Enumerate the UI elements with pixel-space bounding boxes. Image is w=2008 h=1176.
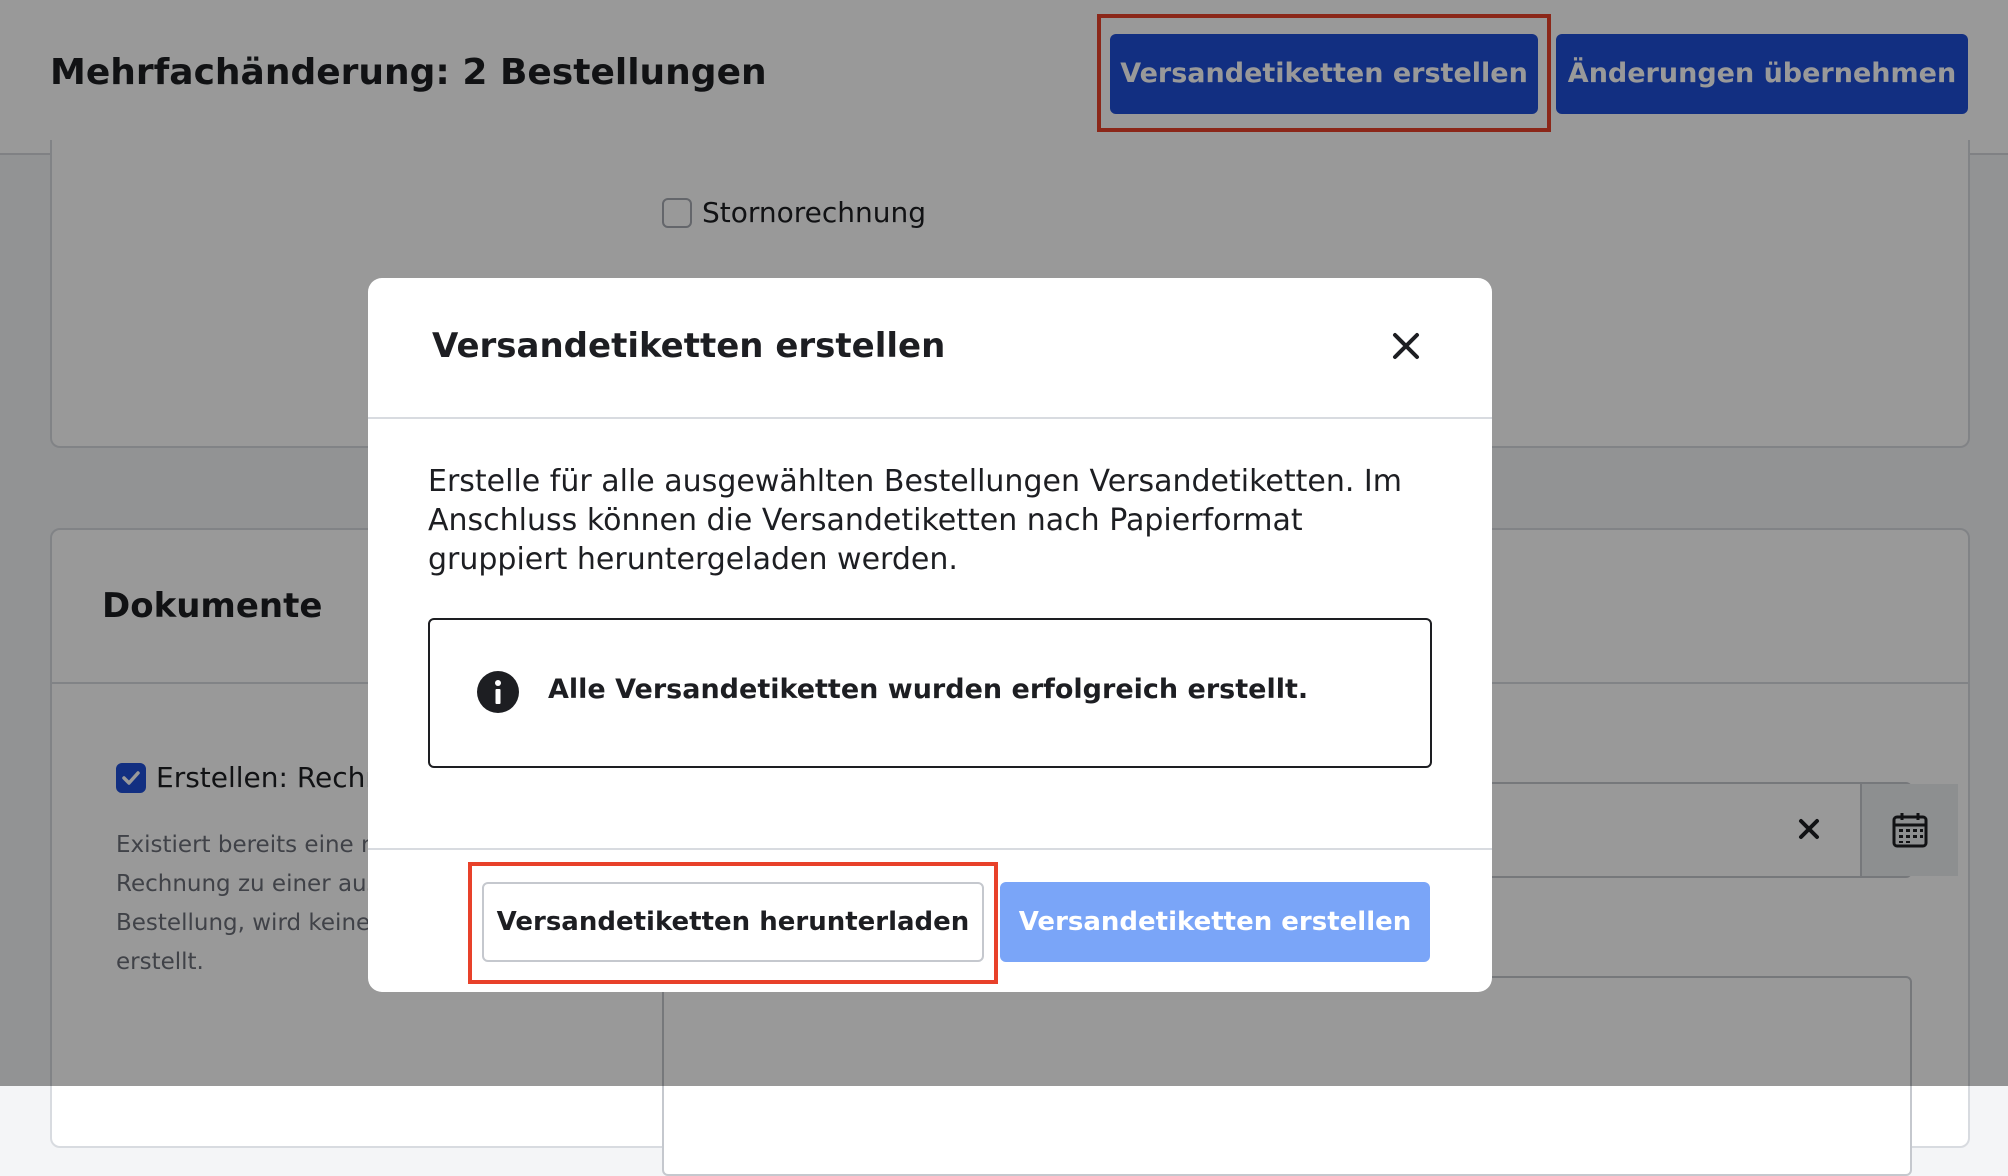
create-labels-button-disabled[interactable]: Versandetiketten erstellen xyxy=(1000,882,1430,962)
notice-text: Alle Versandetiketten wurden erfolgreich… xyxy=(548,674,1309,705)
info-icon xyxy=(477,671,519,713)
modal-footer: Versandetiketten herunterladen Versandet… xyxy=(368,848,1492,992)
modal-header: Versandetiketten erstellen xyxy=(368,278,1492,419)
shipping-labels-modal: Versandetiketten erstellen Erstelle für … xyxy=(368,278,1492,992)
success-notice: Alle Versandetiketten wurden erfolgreich… xyxy=(428,618,1432,768)
close-icon xyxy=(1393,333,1419,359)
modal-title: Versandetiketten erstellen xyxy=(432,326,946,366)
modal-description: Erstelle für alle ausgewählten Bestellun… xyxy=(428,464,1403,577)
download-labels-button[interactable]: Versandetiketten herunterladen xyxy=(482,882,984,962)
close-button[interactable] xyxy=(1378,318,1434,374)
